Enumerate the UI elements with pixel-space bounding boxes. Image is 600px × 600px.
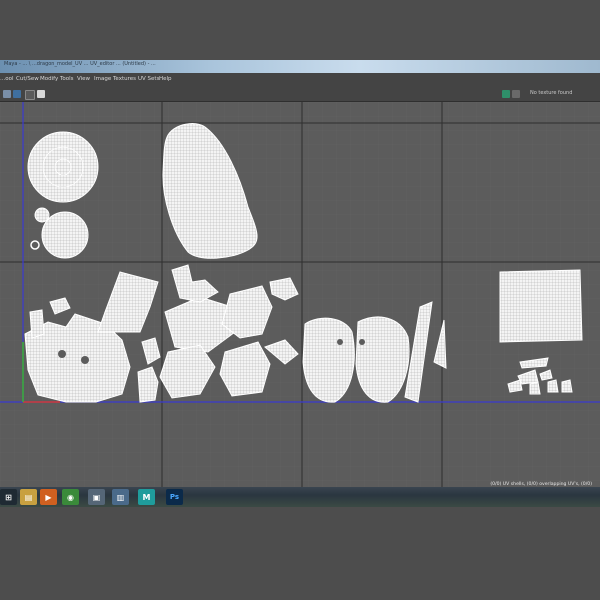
os-taskbar: ⊞ ▤ ▶ ◉ ▣ ▥ M Ps (0, 487, 600, 507)
uv-editor-viewport[interactable]: (0/0) UV shells, (0/0) overlapping UV's,… (0, 102, 600, 487)
uv-hole-eye-left (58, 350, 66, 358)
window-title-bar[interactable]: Maya - ... \ ...dragon_model_UV ... UV_e… (0, 60, 600, 73)
chrome-icon[interactable]: ◉ (62, 489, 79, 505)
menu-item-image[interactable]: Image (94, 76, 111, 82)
uv-canvas[interactable] (0, 102, 600, 487)
menu-item-help[interactable]: Help (159, 76, 172, 82)
uv-shell-ear-left[interactable] (29, 309, 45, 339)
checker-icon[interactable] (13, 90, 21, 98)
uv-shell-cornea[interactable] (41, 211, 89, 259)
menu-bar: ...ool Cut/Sew Modify Tools View Image T… (0, 73, 600, 88)
uv-hole-eye-right (81, 356, 89, 364)
uv-shell-small-disc[interactable] (34, 207, 50, 223)
shaded-display-icon[interactable] (512, 90, 520, 98)
menu-item-modify[interactable]: Modify (40, 76, 58, 82)
menu-item-tools[interactable]: Tools (60, 76, 74, 82)
menu-item-cut-sew[interactable]: Cut/Sew (16, 76, 39, 82)
menu-item-tool[interactable]: ...ool (0, 76, 14, 82)
start-icon[interactable]: ⊞ (0, 489, 17, 505)
files-icon[interactable]: ▥ (112, 489, 129, 505)
window-title: Maya - ... \ ...dragon_model_UV ... UV_e… (4, 61, 156, 67)
uv-shell-spikes-cluster[interactable] (499, 269, 583, 343)
menu-item-textures[interactable]: Textures (113, 76, 136, 82)
app-window-icon[interactable]: ▣ (88, 489, 105, 505)
file-explorer-icon[interactable]: ▤ (20, 489, 37, 505)
texture-status-label: No texture found (530, 90, 573, 96)
uv-shell-tooth-4[interactable] (529, 381, 541, 395)
media-player-icon[interactable]: ▶ (40, 489, 57, 505)
uv-hole-wing-a (337, 339, 343, 345)
uv-shell-tooth-6[interactable] (561, 379, 573, 393)
uv-hole-wing-b (359, 339, 365, 345)
snap-icon[interactable] (25, 90, 35, 100)
screen-margin-top (0, 0, 600, 60)
screen-margin-bottom (0, 507, 600, 600)
uv-shell-tooth-5[interactable] (547, 379, 559, 393)
photoshop-icon[interactable]: Ps (166, 489, 183, 505)
grid-toggle-icon[interactable] (3, 90, 11, 98)
uv-shell-eye-ball[interactable] (27, 131, 99, 203)
uv-toolbar: No texture found (0, 87, 600, 102)
uv-shell-wing-left[interactable] (302, 317, 355, 403)
menu-item-view[interactable]: View (77, 76, 90, 82)
frame-icon[interactable] (37, 90, 45, 98)
maya-icon[interactable]: M (138, 489, 155, 505)
menu-item-uv-sets[interactable]: UV Sets (138, 76, 159, 82)
texture-display-icon[interactable] (502, 90, 510, 98)
